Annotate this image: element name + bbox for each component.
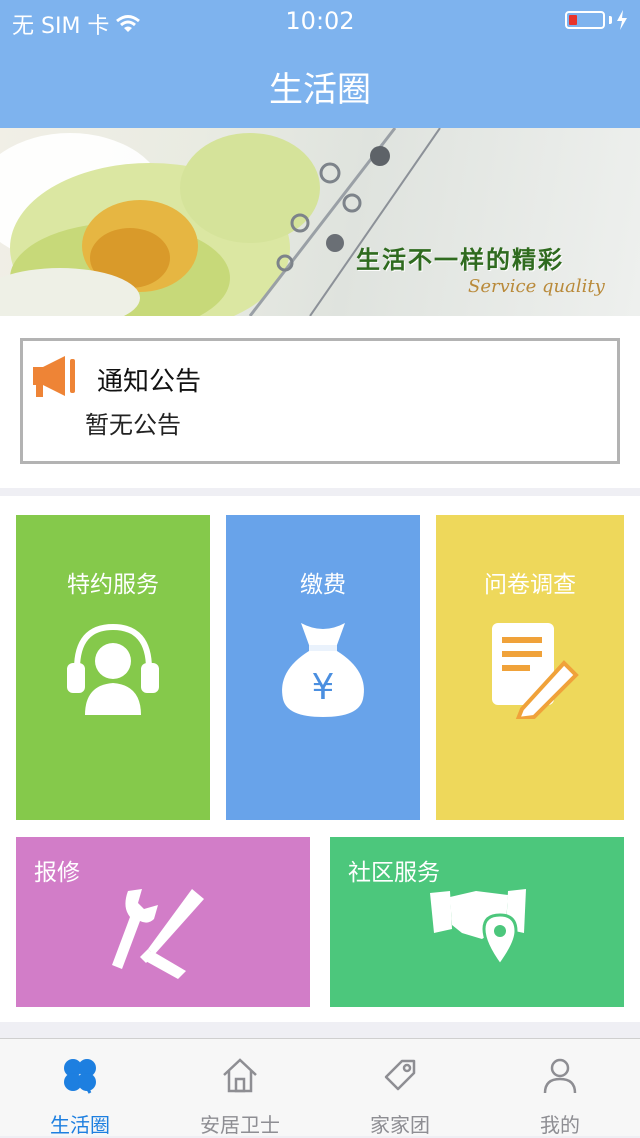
- megaphone-icon: [33, 356, 75, 397]
- banner-carousel[interactable]: 生活不一样的精彩 Service quality: [0, 128, 640, 316]
- tile-label: 缴费: [300, 572, 346, 598]
- page-title: 生活圈: [269, 70, 371, 110]
- tile-label: 问卷调查: [484, 572, 576, 598]
- tile-repair[interactable]: 报修: [16, 837, 310, 1007]
- banner-slogan: 生活不一样的精彩: [356, 246, 564, 274]
- money-bag-icon: ¥: [282, 623, 364, 717]
- notice-title: 通知公告: [97, 367, 202, 397]
- tile-special-service[interactable]: 特约服务: [16, 515, 210, 820]
- tile-payment[interactable]: 缴费 ¥: [226, 515, 420, 820]
- tile-label: 社区服务: [348, 860, 440, 886]
- tab-life-circle[interactable]: 生活圈: [0, 1039, 160, 1137]
- tile-survey[interactable]: 问卷调查: [436, 515, 624, 820]
- tab-label: 生活圈: [50, 1113, 110, 1137]
- battery-icon: [565, 11, 605, 29]
- tab-bar: 生活圈 安居卫士 家家团 我的: [0, 1038, 640, 1137]
- handshake-location-icon: [430, 889, 526, 968]
- tile-label: 特约服务: [67, 572, 159, 598]
- tile-label: 报修: [34, 860, 80, 886]
- tag-icon: [384, 1059, 416, 1091]
- charging-bolt-icon: [617, 10, 627, 30]
- nav-header: 无 SIM 卡 10:02 生活圈: [0, 0, 640, 128]
- tab-group-buy[interactable]: 家家团: [320, 1039, 480, 1137]
- user-icon: [543, 1058, 577, 1094]
- status-bar: 无 SIM 卡 10:02: [0, 0, 640, 40]
- service-grid: 特约服务 缴费 ¥ 问卷调查 报修 社区服务: [0, 496, 640, 1022]
- repair-tools-icon: [112, 889, 204, 979]
- tab-label: 安居卫士: [200, 1113, 280, 1137]
- tile-community-service[interactable]: 社区服务: [330, 837, 624, 1007]
- tab-label: 家家团: [370, 1113, 430, 1137]
- survey-document-icon: [492, 623, 579, 719]
- tab-home-guard[interactable]: 安居卫士: [160, 1039, 320, 1137]
- svg-text:¥: ¥: [312, 667, 335, 708]
- clover-icon: [64, 1059, 96, 1094]
- tab-label: 我的: [540, 1113, 580, 1137]
- notice-card[interactable]: 通知公告 暂无公告: [20, 338, 620, 464]
- battery-indicator: [565, 10, 628, 30]
- headset-user-icon: [67, 623, 159, 715]
- notice-section: 通知公告 暂无公告: [0, 316, 640, 488]
- home-icon: [223, 1058, 257, 1093]
- status-time: 10:02: [285, 7, 355, 35]
- tab-mine[interactable]: 我的: [480, 1039, 640, 1137]
- notice-empty-text: 暂无公告: [85, 411, 181, 439]
- banner-subtitle: Service quality: [468, 276, 605, 297]
